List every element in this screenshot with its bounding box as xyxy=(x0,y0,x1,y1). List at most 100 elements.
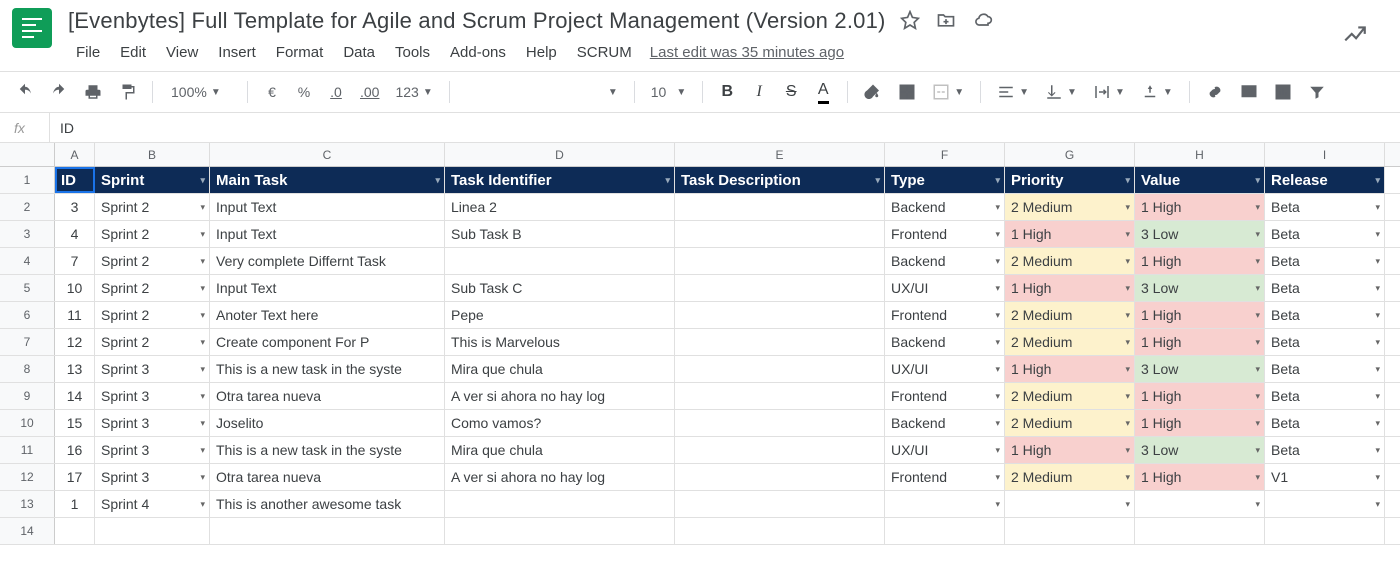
dropdown-icon[interactable]: ▾ xyxy=(1375,256,1380,267)
dropdown-icon[interactable]: ▾ xyxy=(1125,229,1130,240)
cell[interactable] xyxy=(675,221,885,247)
cell[interactable]: Sprint 2▾ xyxy=(95,221,210,247)
cell[interactable]: 2 Medium▾ xyxy=(1005,248,1135,274)
formula-content[interactable]: ID xyxy=(50,120,74,136)
cell[interactable]: 2 Medium▾ xyxy=(1005,329,1135,355)
dropdown-icon[interactable]: ▾ xyxy=(200,256,205,267)
cell[interactable]: 3 Low▾ xyxy=(1135,221,1265,247)
cell[interactable]: Input Text xyxy=(210,221,445,247)
cell[interactable]: UX/UI▾ xyxy=(885,437,1005,463)
merge-cells-button[interactable]: ▼ xyxy=(928,83,968,101)
cell[interactable] xyxy=(675,356,885,382)
dropdown-icon[interactable]: ▾ xyxy=(1125,364,1130,375)
cell[interactable]: 14 xyxy=(55,383,95,409)
dropdown-icon[interactable]: ▾ xyxy=(1125,283,1130,294)
cloud-status-icon[interactable] xyxy=(972,10,994,33)
cell[interactable]: UX/UI▾ xyxy=(885,275,1005,301)
cell[interactable]: Input Text xyxy=(210,194,445,220)
cell[interactable] xyxy=(675,464,885,490)
cell[interactable]: Sprint 2▾ xyxy=(95,302,210,328)
cell[interactable]: 2 Medium▾ xyxy=(1005,383,1135,409)
cell[interactable]: Backend▾ xyxy=(885,248,1005,274)
cell[interactable]: Priority▾ xyxy=(1005,167,1135,193)
cell[interactable]: Beta▾ xyxy=(1265,437,1385,463)
cell[interactable] xyxy=(675,518,885,544)
column-header[interactable]: G xyxy=(1005,143,1135,166)
dropdown-icon[interactable]: ▾ xyxy=(995,391,1000,402)
cell[interactable]: 1 High▾ xyxy=(1005,437,1135,463)
increase-decimal-button[interactable]: .00 xyxy=(356,78,383,106)
cell[interactable]: 11 xyxy=(55,302,95,328)
dropdown-icon[interactable]: ▾ xyxy=(1255,337,1260,348)
column-header[interactable]: I xyxy=(1265,143,1385,166)
cell[interactable]: Sprint 3▾ xyxy=(95,410,210,436)
dropdown-icon[interactable]: ▾ xyxy=(1125,256,1130,267)
cell[interactable] xyxy=(675,491,885,517)
dropdown-icon[interactable]: ▾ xyxy=(995,202,1000,213)
filter-icon[interactable]: ▾ xyxy=(200,175,205,186)
cell[interactable]: This is another awesome task xyxy=(210,491,445,517)
cell[interactable]: 1 High▾ xyxy=(1135,464,1265,490)
dropdown-icon[interactable]: ▾ xyxy=(1255,418,1260,429)
cell[interactable]: ▾ xyxy=(885,491,1005,517)
cell[interactable] xyxy=(675,383,885,409)
dropdown-icon[interactable]: ▾ xyxy=(200,391,205,402)
row-header[interactable]: 5 xyxy=(0,275,55,301)
filter-icon[interactable]: ▾ xyxy=(665,175,670,186)
cell[interactable]: 1 High▾ xyxy=(1135,383,1265,409)
dropdown-icon[interactable]: ▾ xyxy=(200,337,205,348)
cell[interactable]: 2 Medium▾ xyxy=(1005,464,1135,490)
select-all-corner[interactable] xyxy=(0,143,55,166)
cell[interactable]: 1 High▾ xyxy=(1135,302,1265,328)
dropdown-icon[interactable]: ▾ xyxy=(995,445,1000,456)
cell[interactable]: 1 High▾ xyxy=(1135,329,1265,355)
cell[interactable]: V1▾ xyxy=(1265,464,1385,490)
cell[interactable]: Joselito xyxy=(210,410,445,436)
dropdown-icon[interactable]: ▾ xyxy=(1255,229,1260,240)
cell[interactable]: This is a new task in the syste xyxy=(210,356,445,382)
row-header[interactable]: 4 xyxy=(0,248,55,274)
cell[interactable]: Task Description▾ xyxy=(675,167,885,193)
cell[interactable]: Beta▾ xyxy=(1265,410,1385,436)
cell[interactable]: 3 Low▾ xyxy=(1135,437,1265,463)
dropdown-icon[interactable]: ▾ xyxy=(995,364,1000,375)
cell[interactable]: 10 xyxy=(55,275,95,301)
dropdown-icon[interactable]: ▾ xyxy=(200,310,205,321)
dropdown-icon[interactable]: ▾ xyxy=(1375,229,1380,240)
row-header[interactable]: 12 xyxy=(0,464,55,490)
borders-button[interactable] xyxy=(894,78,920,106)
dropdown-icon[interactable]: ▾ xyxy=(1375,364,1380,375)
dropdown-icon[interactable]: ▾ xyxy=(995,499,1000,510)
insert-chart-button[interactable] xyxy=(1270,78,1296,106)
cell[interactable]: 3 Low▾ xyxy=(1135,275,1265,301)
cell[interactable]: Sprint 4▾ xyxy=(95,491,210,517)
cell[interactable]: A ver si ahora no hay log xyxy=(445,383,675,409)
cell[interactable]: Otra tarea nueva xyxy=(210,383,445,409)
cell[interactable]: Sprint 2▾ xyxy=(95,275,210,301)
column-header[interactable]: E xyxy=(675,143,885,166)
dropdown-icon[interactable]: ▾ xyxy=(1255,499,1260,510)
dropdown-icon[interactable]: ▾ xyxy=(995,472,1000,483)
move-folder-icon[interactable] xyxy=(936,10,956,33)
cell[interactable]: Main Task▾ xyxy=(210,167,445,193)
dropdown-icon[interactable]: ▾ xyxy=(1375,202,1380,213)
cell[interactable]: This is a new task in the syste xyxy=(210,437,445,463)
cell[interactable] xyxy=(675,194,885,220)
cell[interactable]: 3 Low▾ xyxy=(1135,356,1265,382)
last-edit-link[interactable]: Last edit was 35 minutes ago xyxy=(650,44,844,61)
column-header[interactable]: B xyxy=(95,143,210,166)
text-color-button[interactable]: A xyxy=(811,78,835,106)
cell[interactable]: Sprint 3▾ xyxy=(95,437,210,463)
dropdown-icon[interactable]: ▾ xyxy=(1255,256,1260,267)
cell[interactable]: Sprint 2▾ xyxy=(95,248,210,274)
cell[interactable]: 1 High▾ xyxy=(1135,248,1265,274)
cell[interactable]: 1 High▾ xyxy=(1005,275,1135,301)
cell[interactable]: Pepe xyxy=(445,302,675,328)
cell[interactable]: Sprint 3▾ xyxy=(95,464,210,490)
menu-tools[interactable]: Tools xyxy=(387,40,438,65)
row-header[interactable]: 6 xyxy=(0,302,55,328)
cell[interactable] xyxy=(1265,518,1385,544)
cell[interactable]: Sprint 3▾ xyxy=(95,383,210,409)
dropdown-icon[interactable]: ▾ xyxy=(995,229,1000,240)
cell[interactable]: This is Marvelous xyxy=(445,329,675,355)
